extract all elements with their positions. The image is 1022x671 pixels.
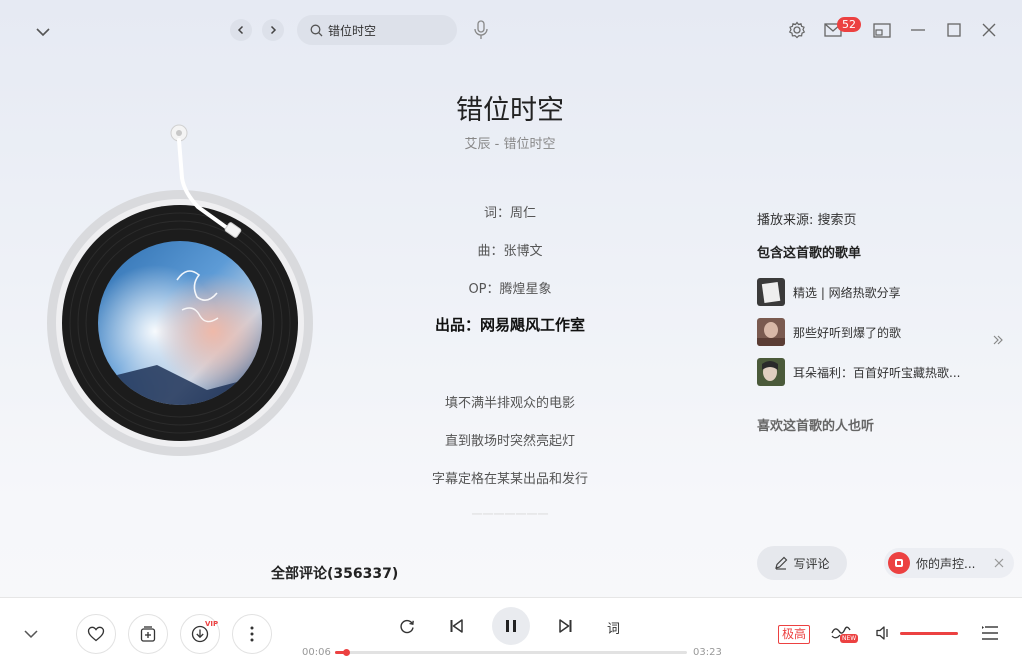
lyric-line-faded: 一一一一一一一 — [471, 508, 549, 516]
search-icon — [309, 24, 323, 37]
settings-icon[interactable] — [787, 20, 807, 40]
expand-panel-icon[interactable] — [990, 332, 1006, 348]
song-subtitle[interactable]: 艾辰 - 错位时空 — [410, 133, 610, 152]
playlist-item[interactable]: 耳朵福利：百首好听宝藏热歌... — [757, 358, 1007, 386]
close-icon[interactable] — [979, 20, 999, 40]
playlist-name: 耳朵福利：百首好听宝藏热歌... — [793, 365, 961, 380]
lyric-line: 字幕定格在某某出品和发行 — [431, 472, 588, 487]
playlist-queue-icon[interactable] — [980, 624, 1000, 642]
heart-icon — [87, 626, 105, 642]
playlist-item[interactable]: 那些好听到爆了的歌 — [757, 318, 1007, 346]
skip-forward-icon — [559, 619, 572, 633]
all-comments-link[interactable]: 全部评论(356337) — [271, 563, 398, 583]
chevron-left-icon — [237, 25, 244, 35]
previous-button[interactable] — [446, 617, 466, 635]
back-button[interactable] — [230, 19, 252, 41]
voice-search-icon[interactable] — [471, 19, 491, 41]
volume-fill — [900, 632, 958, 635]
notification-badge: 52 — [837, 17, 861, 32]
next-button[interactable] — [556, 617, 576, 635]
song-title: 错位时空 — [456, 95, 564, 126]
forward-button[interactable] — [262, 19, 284, 41]
playlist-item[interactable]: 精选 | 网络热歌分享 — [757, 278, 1007, 306]
chevron-right-icon — [270, 25, 277, 35]
skip-back-icon — [450, 619, 463, 633]
lyric-credit-lyricist: 词：周仁 — [483, 206, 536, 221]
total-time: 03:23 — [693, 647, 722, 658]
volume-icon[interactable] — [874, 624, 892, 642]
playlist-name: 精选 | 网络热歌分享 — [793, 285, 901, 300]
close-promo-icon[interactable] — [994, 558, 1004, 568]
play-source[interactable]: 播放来源: 搜索页 — [757, 209, 857, 228]
pen-icon — [774, 556, 788, 570]
vip-badge: VIP — [205, 620, 219, 628]
maximize-icon[interactable] — [944, 20, 964, 40]
new-badge: NEW — [840, 634, 859, 643]
progress-track[interactable] — [335, 651, 687, 654]
lyric-current-line: 出品：网易飓风工作室 — [434, 316, 585, 334]
lyric-line: 填不满半排观众的电影 — [444, 396, 575, 411]
add-to-playlist-button[interactable] — [128, 614, 168, 654]
voice-promo-banner[interactable]: 你的声控... — [884, 548, 1014, 578]
promo-label: 你的声控... — [916, 556, 976, 571]
playlist-thumbnail — [757, 318, 785, 346]
write-comment-label: 写评论 — [793, 556, 830, 571]
minimize-icon[interactable] — [908, 20, 928, 40]
lyric-credit-op: OP：腾煌星象 — [468, 282, 552, 297]
repeat-icon[interactable] — [398, 617, 416, 635]
search-input[interactable]: 错位时空 — [297, 15, 457, 45]
quality-button[interactable]: 极高 — [778, 625, 811, 644]
lyric-line: 直到散场时突然亮起灯 — [444, 434, 575, 449]
tonearm — [168, 122, 252, 250]
search-value: 错位时空 — [328, 23, 377, 38]
write-comment-button[interactable]: 写评论 — [757, 546, 847, 580]
playlist-thumbnail — [757, 358, 785, 386]
mini-mode-icon[interactable] — [872, 21, 892, 39]
playlist-name: 那些好听到爆了的歌 — [793, 325, 902, 340]
more-vertical-icon — [250, 626, 254, 642]
playlist-thumbnail — [757, 278, 785, 306]
current-time: 00:06 — [302, 647, 331, 658]
pause-icon — [506, 620, 516, 632]
progress-handle[interactable] — [343, 649, 350, 656]
collapse-icon[interactable] — [32, 22, 54, 42]
lyric-credit-composer: 曲：张博文 — [477, 244, 543, 259]
add-folder-icon — [140, 626, 156, 642]
more-button[interactable] — [232, 614, 272, 654]
lyrics-toggle-button[interactable]: 词 — [607, 618, 620, 637]
also-listened-title: 喜欢这首歌的人也听 — [757, 419, 875, 434]
podcast-icon — [888, 552, 910, 574]
playlists-title: 包含这首歌的歌单 — [757, 246, 862, 261]
collapse-player-icon[interactable] — [20, 624, 42, 644]
pause-button[interactable] — [492, 607, 530, 645]
like-button[interactable] — [76, 614, 116, 654]
